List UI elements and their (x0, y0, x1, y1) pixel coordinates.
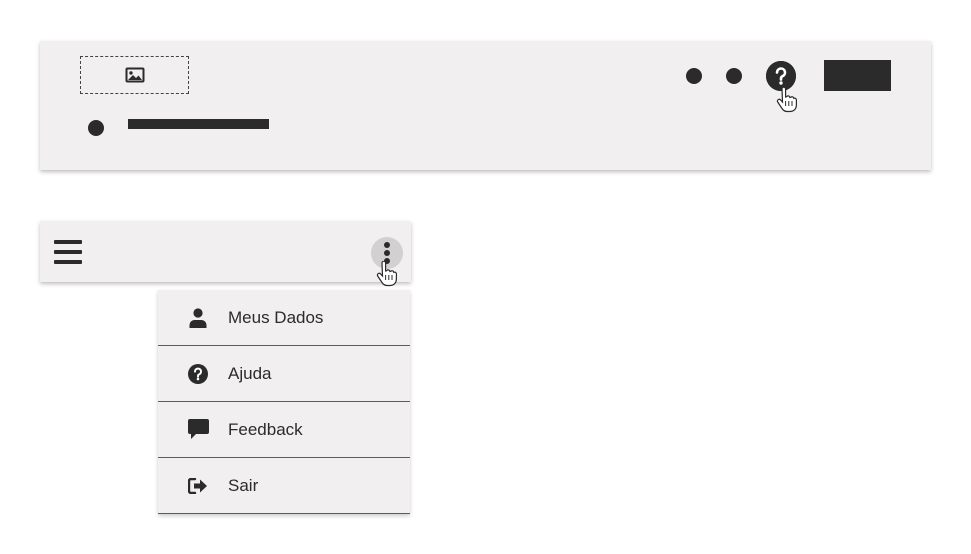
question-circle-icon (187, 363, 209, 385)
comment-icon (187, 419, 209, 441)
user-icon (187, 307, 209, 329)
menu-item-label: Meus Dados (228, 307, 324, 327)
sign-out-icon (187, 475, 209, 497)
dropdown-menu: Meus Dados Ajuda Feedback Sair (158, 290, 410, 514)
status-dot (88, 120, 104, 136)
action-button[interactable] (824, 60, 891, 91)
kebab-vertical-icon (384, 242, 390, 248)
menu-item-label: Feedback (228, 419, 303, 439)
nav-dot-2[interactable] (726, 68, 742, 84)
menu-item-label: Sair (228, 475, 259, 495)
logo-placeholder[interactable] (80, 56, 189, 94)
desktop-header (40, 41, 931, 170)
hand-pointer-icon (776, 87, 797, 113)
menu-item-meus-dados[interactable]: Meus Dados (158, 290, 410, 346)
menu-item-sair[interactable]: Sair (158, 458, 410, 514)
mobile-header (40, 221, 411, 287)
menu-item-ajuda[interactable]: Ajuda (158, 346, 410, 402)
title-placeholder-bar (128, 119, 269, 129)
menu-item-label: Ajuda (228, 363, 272, 383)
hand-pointer-icon (376, 261, 397, 287)
menu-item-feedback[interactable]: Feedback (158, 402, 410, 458)
nav-dot-1[interactable] (686, 68, 702, 84)
hamburger-icon[interactable] (54, 240, 82, 264)
image-icon (125, 67, 144, 83)
